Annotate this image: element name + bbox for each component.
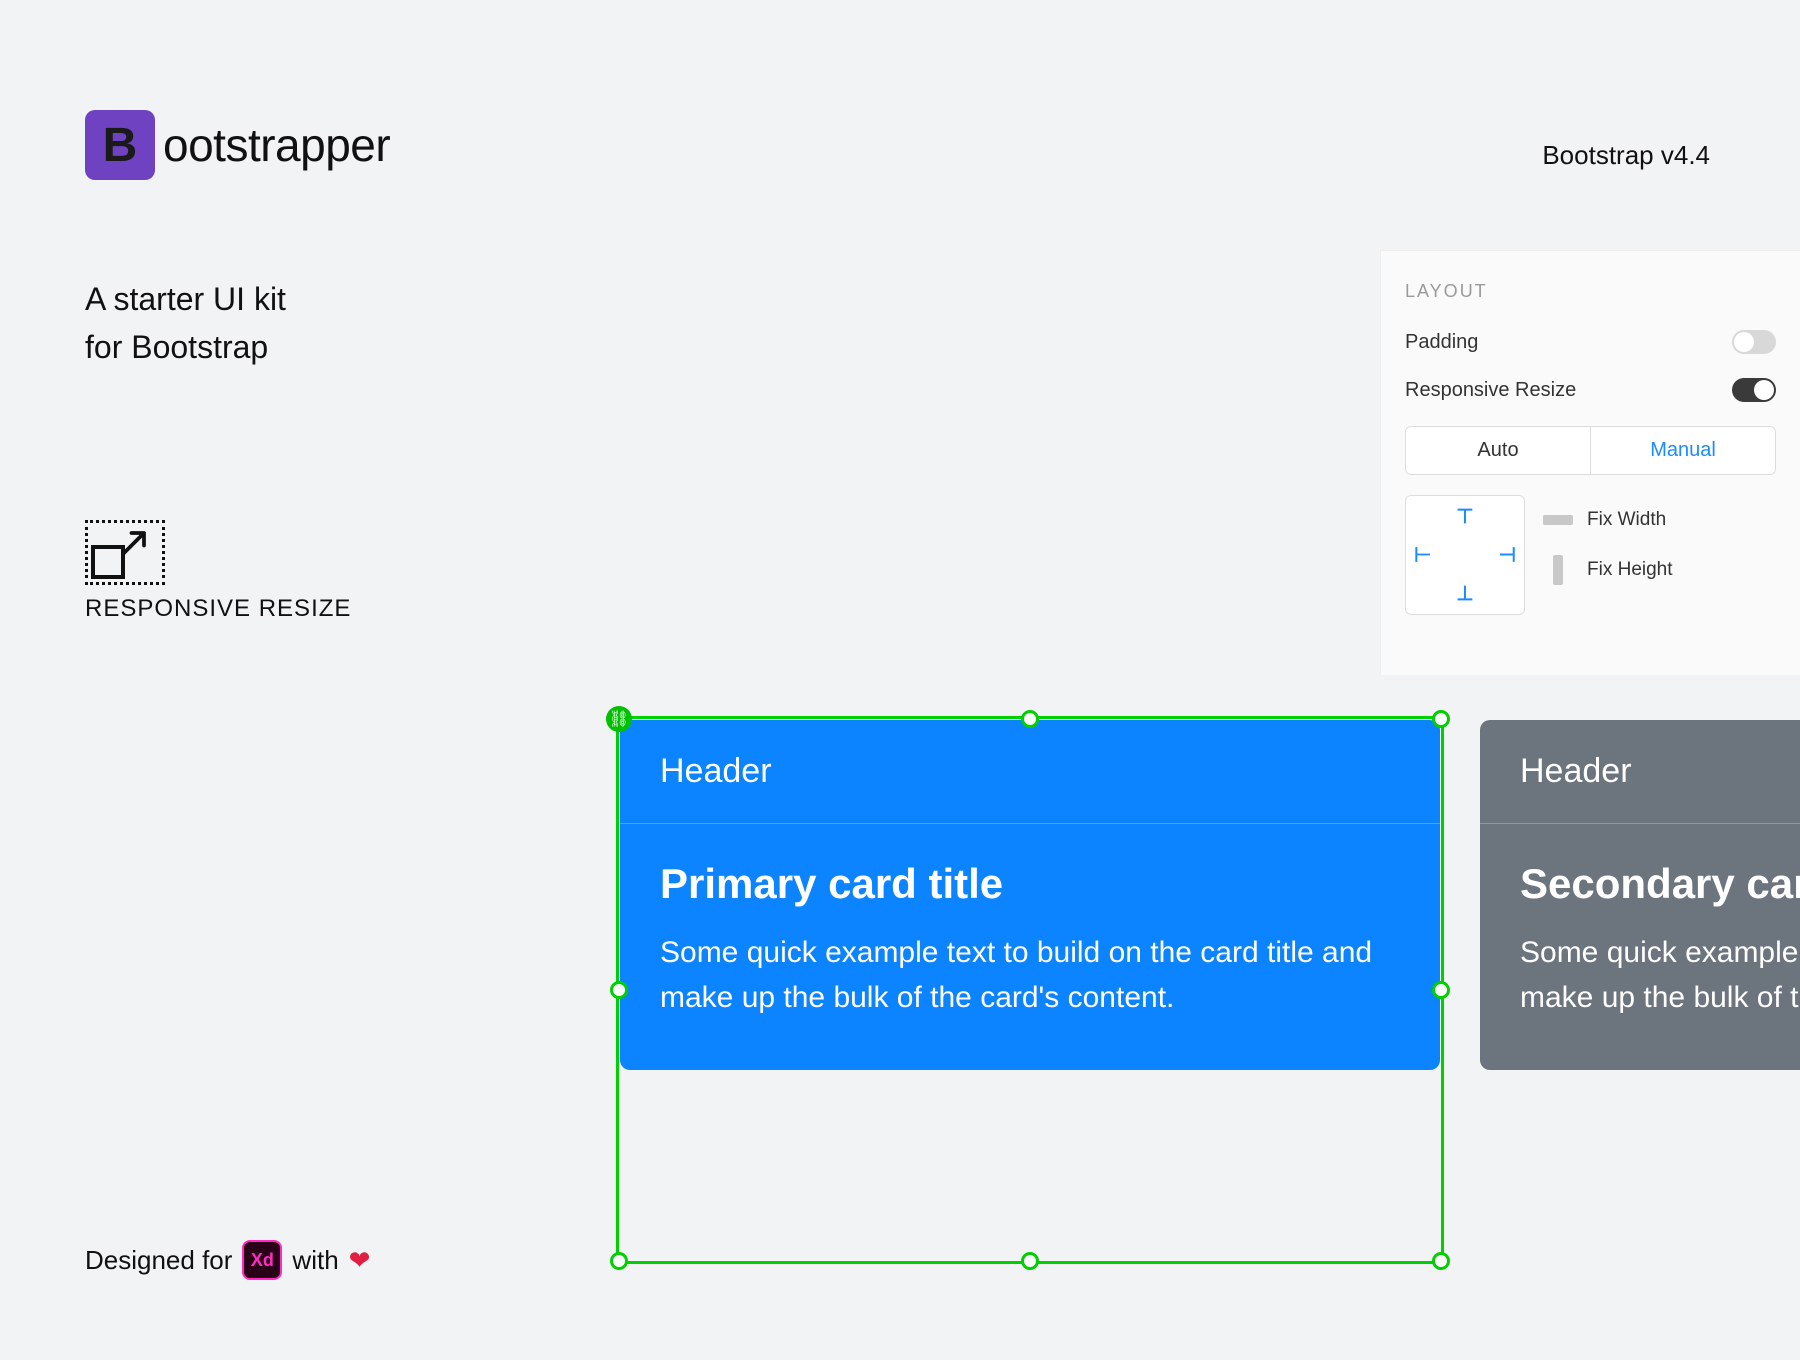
selection-handle[interactable] [1021,1252,1039,1270]
fix-width-icon [1543,515,1573,525]
constraint-bottom-icon[interactable]: ⊥ [1456,581,1473,606]
layout-panel-heading: LAYOUT [1405,281,1776,302]
secondary-card-header: Header [1480,720,1800,824]
selection-handle[interactable] [1432,1252,1450,1270]
footer-mid: with [292,1245,338,1276]
layout-panel: LAYOUT Padding Responsive Resize Auto Ma… [1380,250,1800,675]
logo-badge: B [85,110,155,180]
resize-mode-segmented-control: Auto Manual [1405,426,1776,475]
primary-card-text: Some quick example text to build on the … [660,930,1400,1020]
logo-text: ootstrapper [163,118,390,172]
responsive-resize-feature: RESPONSIVE RESIZE [85,520,351,623]
responsive-resize-label: RESPONSIVE RESIZE [85,595,351,623]
constraint-top-icon[interactable]: ⊤ [1456,504,1473,529]
primary-card-title: Primary card title [660,860,1400,908]
constraint-right-icon[interactable]: ⊣ [1499,543,1516,568]
responsive-resize-icon [85,520,165,585]
fix-options: Fix Width Fix Height [1543,495,1776,615]
logo: B ootstrapper [85,110,390,180]
cards-area: Header Primary card title Some quick exa… [620,720,1800,1070]
secondary-card-body: Secondary card title Some quick example … [1480,824,1800,1070]
primary-card-body: Primary card title Some quick example te… [620,824,1440,1070]
heart-icon: ❤ [349,1245,371,1276]
tagline-line2: for Bootstrap [85,323,286,371]
secondary-card-title: Secondary card title [1520,860,1800,908]
fix-height-label: Fix Height [1587,559,1673,581]
resize-mode-auto-button[interactable]: Auto [1406,427,1590,474]
padding-label: Padding [1405,331,1478,354]
secondary-card[interactable]: Header Secondary card title Some quick e… [1480,720,1800,1070]
secondary-card-text: Some quick example text to build on the … [1520,930,1800,1020]
constraint-left-icon[interactable]: ⊢ [1414,543,1431,568]
padding-row: Padding [1405,330,1776,354]
primary-card[interactable]: Header Primary card title Some quick exa… [620,720,1440,1070]
footer-credit: Designed for Xd with ❤ [85,1240,370,1280]
fix-height-icon [1553,555,1563,585]
padding-toggle[interactable] [1732,330,1776,354]
xd-badge-icon: Xd [242,1240,282,1280]
version-label: Bootstrap v4.4 [1542,140,1710,171]
footer-pre: Designed for [85,1245,232,1276]
fix-width-row[interactable]: Fix Width [1543,509,1776,531]
fix-width-label: Fix Width [1587,509,1666,531]
constraint-direction-control[interactable]: ⊤ ⊥ ⊢ ⊣ [1405,495,1525,615]
primary-card-header: Header [620,720,1440,824]
fix-height-row[interactable]: Fix Height [1543,555,1776,585]
constraints-area: ⊤ ⊥ ⊢ ⊣ Fix Width Fix Height [1405,495,1776,615]
tagline: A starter UI kit for Bootstrap [85,275,286,371]
tagline-line1: A starter UI kit [85,275,286,323]
responsive-resize-toggle-label: Responsive Resize [1405,379,1576,402]
selection-handle[interactable] [610,1252,628,1270]
responsive-resize-toggle[interactable] [1732,378,1776,402]
resize-mode-manual-button[interactable]: Manual [1590,427,1775,474]
responsive-row: Responsive Resize [1405,378,1776,402]
